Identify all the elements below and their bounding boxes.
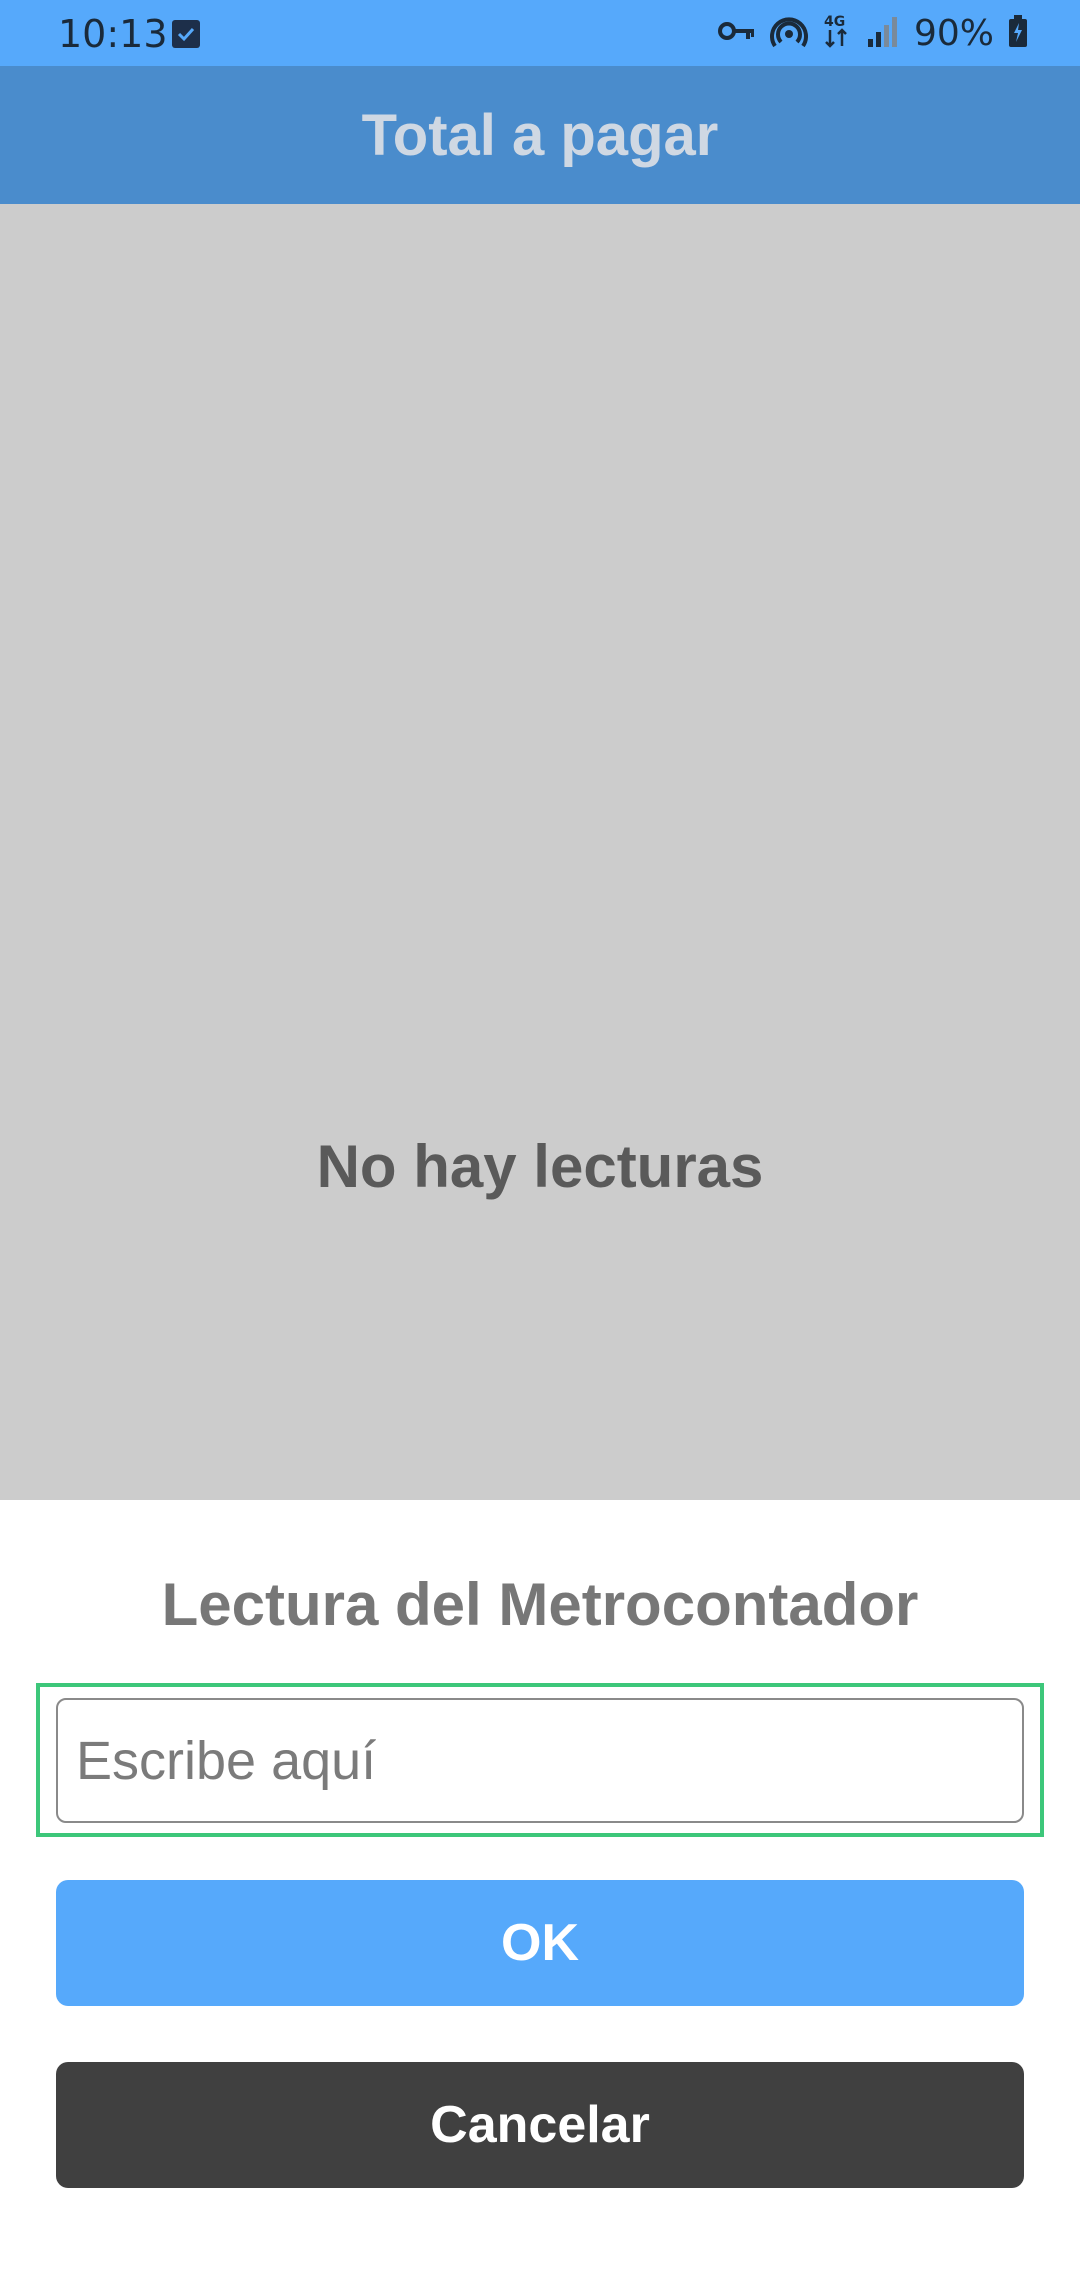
readings-list-area: No hay lecturas <box>0 204 1080 1500</box>
status-time: 10:13 <box>58 12 168 56</box>
vpn-key-icon <box>717 19 756 48</box>
battery-charging-icon <box>1008 14 1028 52</box>
signal-icon <box>866 15 900 52</box>
empty-state-message: No hay lecturas <box>316 1133 764 1200</box>
reading-dialog: Lectura del Metrocontador OK Cancelar <box>0 1500 1080 2273</box>
dialog-title: Lectura del Metrocontador <box>161 1571 919 1638</box>
network-label: 4G <box>824 14 845 30</box>
cancel-button[interactable]: Cancelar <box>56 2062 1024 2188</box>
ok-button[interactable]: OK <box>56 1880 1024 2006</box>
network-4g-icon: 4G <box>822 12 852 55</box>
meter-reading-input[interactable] <box>56 1698 1024 1823</box>
hotspot-icon <box>769 14 808 53</box>
battery-percent: 90% <box>913 12 994 54</box>
checkbox-notification-icon <box>172 20 200 48</box>
app-bar: Total a pagar <box>0 66 1080 204</box>
status-icons: 4G 90% <box>717 0 1028 66</box>
status-bar: 10:13 4G 90% <box>0 0 1080 66</box>
page-title: Total a pagar <box>361 102 719 168</box>
